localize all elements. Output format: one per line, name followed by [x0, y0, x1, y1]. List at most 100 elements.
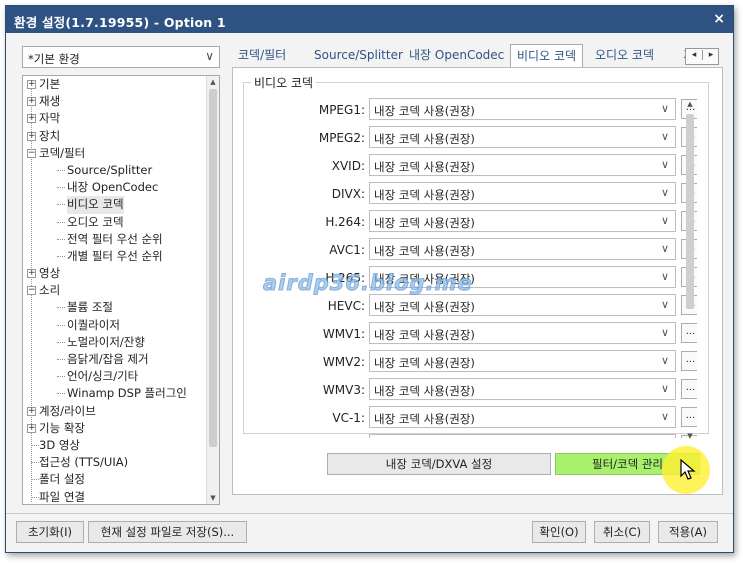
expand-icon[interactable]: + — [27, 269, 36, 279]
chevron-down-icon: ∨ — [660, 158, 669, 171]
tree-connector — [57, 187, 65, 189]
tree-item[interactable]: + 자막 — [23, 110, 207, 127]
scroll-down-icon[interactable]: ▼ — [685, 432, 695, 440]
ok-button[interactable]: 확인(O) — [532, 521, 586, 543]
codec-list: MPEG1: 내장 코덱 사용(권장) ∨... MPEG2: 내장 코덱 사용(권장)… — [257, 92, 697, 438]
tree-item[interactable]: − 소리 — [23, 282, 207, 299]
codec-name: WMV1: — [322, 327, 365, 341]
codec-row: H.265:내장 코덱 사용(권장)∨... — [257, 266, 697, 290]
expand-icon[interactable]: + — [27, 406, 36, 416]
tree-item[interactable]: 전역 필터 우선 순위 — [23, 231, 207, 248]
tab-0[interactable]: 코덱/필터 — [232, 44, 292, 68]
expand-icon[interactable]: + — [27, 80, 36, 89]
tree-item[interactable]: 개별 필터 우선 순위 — [23, 248, 207, 265]
tree-connector — [57, 324, 65, 326]
codec-select[interactable]: 내장 코덱 사용(권장) ∨ — [369, 266, 676, 288]
tree-item[interactable]: 비디오 코덱 — [23, 196, 207, 214]
tree-connector — [57, 255, 65, 257]
tree-connector — [57, 307, 65, 309]
tree-item[interactable]: + 장치 — [23, 128, 207, 145]
codec-select[interactable]: 내장 코덱 사용(권장) ∨ — [369, 98, 676, 120]
tree-item[interactable]: + 계정/라이브 — [23, 403, 207, 420]
codec-select[interactable]: ∨ — [369, 434, 676, 438]
tab-1[interactable]: Source/Splitter — [308, 44, 409, 68]
tree-item[interactable]: 3D 영상 — [23, 437, 207, 454]
tree-scrollbar[interactable]: ▲ ▼ — [206, 76, 219, 504]
tree-item[interactable]: Winamp DSP 플러그인 — [23, 385, 207, 402]
tree-item[interactable]: − 코덱/필터 — [23, 145, 207, 162]
cancel-button[interactable]: 취소(C) — [594, 521, 650, 543]
tree-item[interactable]: 언어/싱크/기타 — [23, 368, 207, 385]
expand-icon[interactable]: + — [27, 97, 36, 107]
tree-item-label: Source/Splitter — [67, 162, 153, 177]
codec-select-value: 내장 코덱 사용(권장) — [374, 328, 475, 342]
tree-item[interactable]: 접근성 (TTS/UIA) — [23, 454, 207, 471]
tree-item[interactable]: Source/Splitter — [23, 162, 207, 179]
profile-dropdown[interactable]: *기본 환경 ∨ — [22, 46, 220, 68]
reset-button[interactable]: 초기화(I) — [16, 521, 84, 543]
tab-3[interactable]: 비디오 코덱 — [510, 44, 584, 68]
codec-select[interactable]: 내장 코덱 사용(권장) ∨ — [369, 378, 676, 400]
tree-connector — [57, 393, 65, 395]
tree-item[interactable]: 오디오 코덱 — [23, 214, 207, 231]
close-icon[interactable]: × — [713, 11, 725, 27]
tab-scroll-control[interactable]: ◂ ▸ — [685, 48, 719, 65]
tree-connector — [57, 359, 65, 360]
tree-item[interactable]: + 재생 — [23, 93, 207, 110]
chevron-down-icon: ∨ — [660, 382, 669, 395]
codec-select[interactable]: 내장 코덱 사용(권장) ∨ — [369, 182, 676, 204]
apply-button[interactable]: 적용(A) — [658, 521, 718, 543]
builtin-codec-dxva-button[interactable]: 내장 코덱/DXVA 설정 — [327, 453, 551, 475]
collapse-icon[interactable]: − — [27, 148, 36, 158]
expand-icon[interactable]: + — [27, 423, 36, 433]
codec-select-value: 내장 코덱 사용(권장) — [374, 188, 475, 202]
tree-item[interactable]: + 기본 — [23, 76, 207, 93]
scroll-down-icon[interactable]: ▼ — [207, 492, 219, 504]
settings-window: 환경 설정(1.7.19955) - Option 1 × *기본 환경 ∨ +… — [5, 5, 734, 553]
codec-select[interactable]: 내장 코덱 사용(권장) ∨ — [369, 210, 676, 232]
tree-item[interactable]: 노멀라이저/잔향 — [23, 334, 207, 351]
tree-item[interactable]: 파일 연결 — [23, 489, 207, 505]
codec-name: MPEG2: — [318, 131, 365, 145]
tree-rows: + 기본 + 재생 + 자막 + 장치 − 코덱/필터 Source/Splitter 내장 Open… — [23, 76, 207, 504]
expand-icon[interactable]: + — [27, 114, 36, 124]
tab-scroll-right-icon[interactable]: ▸ — [702, 50, 719, 60]
chevron-down-icon: ∨ — [660, 298, 669, 311]
scroll-thumb[interactable] — [686, 114, 694, 309]
codec-row: HEVC:내장 코덱 사용(권장)∨... — [257, 294, 697, 318]
save-current-button[interactable]: 현재 설정 파일로 저장(S)... — [88, 521, 247, 543]
window-title: 환경 설정(1.7.19955) - Option 1 — [14, 15, 226, 30]
codec-scrollbar[interactable]: ▲ ▼ — [685, 100, 695, 440]
tree-item-label: 비디오 코덱 — [67, 196, 124, 214]
tab-4[interactable]: 오디오 코덱 — [589, 44, 660, 68]
tree-item[interactable]: 음닭게/잡음 제거 — [23, 351, 207, 368]
codec-select[interactable]: 내장 코덱 사용(권장) ∨ — [369, 238, 676, 260]
scroll-thumb[interactable] — [209, 89, 217, 447]
tree-item[interactable]: + 영상 — [23, 265, 207, 282]
codec-select[interactable]: 내장 코덱 사용(권장) ∨ — [369, 126, 676, 148]
tab-scroll-left-icon[interactable]: ◂ — [686, 50, 702, 60]
tree-item[interactable]: 이퀄라이저 — [23, 317, 207, 334]
codec-select[interactable]: 내장 코덱 사용(권장) ∨ — [369, 294, 676, 316]
scroll-up-icon[interactable]: ▲ — [207, 76, 219, 88]
codec-select[interactable]: 내장 코덱 사용(권장) ∨ — [369, 350, 676, 372]
codec-select[interactable]: 내장 코덱 사용(권장) ∨ — [369, 154, 676, 176]
settings-tree[interactable]: + 기본 + 재생 + 자막 + 장치 − 코덱/필터 Source/Splitter 내장 Open… — [22, 75, 220, 505]
tree-item[interactable]: 내장 OpenCodec — [23, 179, 207, 196]
title-bar[interactable]: 환경 설정(1.7.19955) - Option 1 × — [6, 6, 733, 33]
tree-item[interactable]: + 기능 확장 — [23, 420, 207, 437]
collapse-icon[interactable]: − — [27, 286, 36, 296]
scroll-up-icon[interactable]: ▲ — [685, 100, 695, 108]
expand-icon[interactable]: + — [27, 131, 36, 141]
tree-item[interactable]: 볼륨 조절 — [23, 299, 207, 316]
chevron-down-icon: ∨ — [660, 102, 669, 115]
tab-2[interactable]: 내장 OpenCodec — [403, 44, 510, 68]
codec-select[interactable]: 내장 코덱 사용(권장) ∨ — [369, 406, 676, 428]
codec-select[interactable]: 내장 코덱 사용(권장) ∨ — [369, 322, 676, 344]
chevron-down-icon: ∨ — [660, 242, 669, 255]
codec-name: WMV2: — [322, 355, 365, 369]
filter-codec-manage-button[interactable]: 필터/코덱 관리 — [555, 453, 700, 475]
tree-item[interactable]: 폴더 설정 — [23, 471, 207, 488]
codec-select-value: 내장 코덱 사용(권장) — [374, 300, 475, 314]
codec-name: AVC1: — [329, 243, 365, 257]
